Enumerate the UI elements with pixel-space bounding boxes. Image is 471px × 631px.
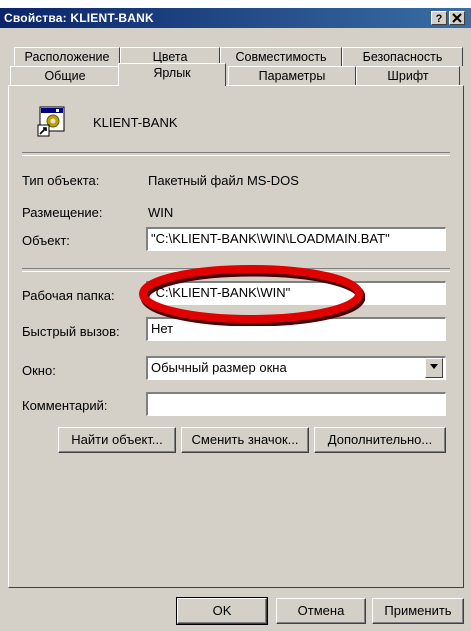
find-target-button[interactable]: Найти объект... bbox=[58, 427, 176, 453]
chevron-down-icon bbox=[430, 364, 438, 369]
batch-file-shortcut-icon bbox=[36, 105, 68, 137]
dropdown-button[interactable] bbox=[425, 358, 443, 378]
close-icon bbox=[452, 13, 462, 23]
shortcut-name: KLIENT-BANK bbox=[93, 115, 178, 130]
window-title: Свойства: KLIENT-BANK bbox=[4, 11, 154, 25]
comment-label: Комментарий: bbox=[22, 398, 108, 413]
location-value: WIN bbox=[148, 205, 174, 220]
location-label: Размещение: bbox=[22, 205, 103, 220]
cancel-button[interactable]: Отмена bbox=[276, 598, 366, 624]
hotkey-field[interactable]: Нет bbox=[146, 317, 446, 341]
change-icon-button[interactable]: Сменить значок... bbox=[181, 427, 309, 453]
help-button[interactable]: ? bbox=[431, 11, 447, 25]
tab-layout[interactable]: Расположение bbox=[14, 47, 120, 66]
separator bbox=[22, 268, 450, 272]
target-field[interactable]: "C:\KLIENT-BANK\WIN\LOADMAIN.BAT" bbox=[146, 227, 446, 251]
close-button[interactable] bbox=[449, 11, 465, 25]
hotkey-label: Быстрый вызов: bbox=[22, 324, 120, 339]
workdir-label: Рабочая папка: bbox=[22, 288, 115, 303]
tab-compatibility[interactable]: Совместимость bbox=[220, 47, 342, 66]
window-label: Окно: bbox=[22, 363, 56, 378]
tab-options[interactable]: Параметры bbox=[228, 66, 356, 85]
tab-general[interactable]: Общие bbox=[10, 66, 120, 85]
separator bbox=[22, 152, 450, 156]
tab-security[interactable]: Безопасность bbox=[342, 47, 463, 66]
apply-button[interactable]: Применить bbox=[372, 598, 464, 624]
window-size-select[interactable]: Обычный размер окна bbox=[146, 356, 446, 380]
tab-shortcut[interactable]: Ярлык bbox=[118, 63, 226, 86]
ok-button[interactable]: OK bbox=[176, 597, 268, 625]
target-label: Объект: bbox=[22, 233, 70, 248]
advanced-button[interactable]: Дополнительно... bbox=[314, 427, 446, 453]
tab-font[interactable]: Шрифт bbox=[356, 66, 460, 85]
type-value: Пакетный файл MS-DOS bbox=[148, 173, 299, 188]
type-label: Тип объекта: bbox=[22, 173, 100, 188]
workdir-field[interactable]: "C:\KLIENT-BANK\WIN" bbox=[146, 281, 446, 305]
comment-field[interactable] bbox=[146, 392, 446, 416]
